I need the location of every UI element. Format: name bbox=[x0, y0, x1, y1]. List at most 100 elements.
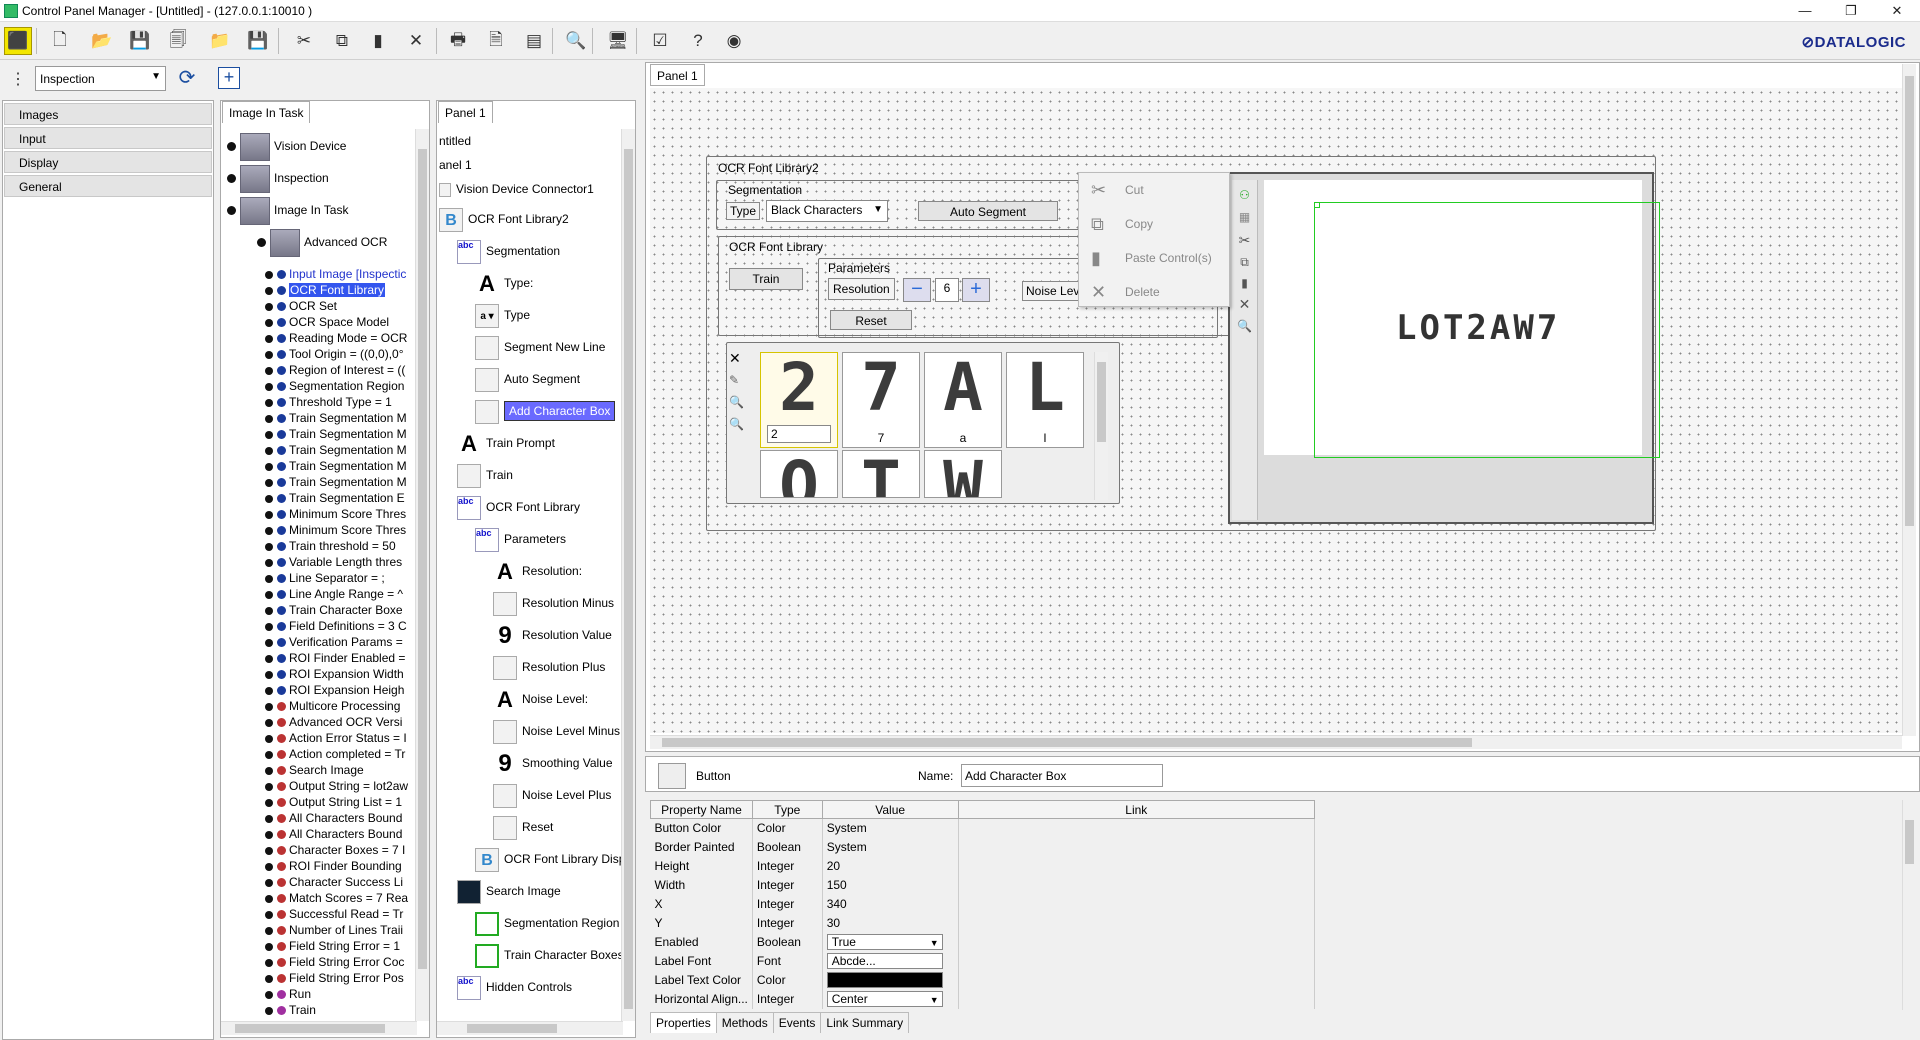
reset-button[interactable]: Reset bbox=[830, 310, 912, 330]
tree1-h-scrollbar[interactable] bbox=[221, 1021, 417, 1035]
expand-icon[interactable] bbox=[265, 590, 273, 599]
property-row[interactable]: Y Integer 30 bbox=[650, 913, 1316, 933]
open-file-icon[interactable]: 📂 bbox=[88, 27, 116, 55]
tree-item[interactable]: All Characters Bound bbox=[265, 826, 402, 842]
property-row[interactable]: Height Integer 20 bbox=[650, 856, 1316, 876]
tree-item[interactable]: Train bbox=[265, 1002, 316, 1018]
panel-tree-node[interactable]: Reset bbox=[493, 813, 553, 841]
nav-item-input[interactable]: Input bbox=[4, 127, 212, 149]
panel-tree-node[interactable]: B OCR Font Library Disp bbox=[475, 845, 625, 873]
expand-icon[interactable] bbox=[265, 574, 273, 583]
tree-node[interactable]: Image In Task bbox=[227, 195, 348, 225]
tree-item[interactable]: Train Character Boxe bbox=[265, 602, 403, 618]
panel-tree-node[interactable]: Auto Segment bbox=[475, 365, 580, 393]
panel-tree-node[interactable]: Noise Level Minus bbox=[493, 717, 620, 745]
font-glyph[interactable]: W bbox=[924, 450, 1002, 498]
resolution-plus-button[interactable]: + bbox=[962, 278, 990, 302]
add-icon[interactable]: + bbox=[218, 67, 240, 89]
expand-icon[interactable] bbox=[265, 478, 273, 487]
new-file-icon[interactable]: 🗋 bbox=[46, 27, 74, 55]
tab-properties[interactable]: Properties bbox=[650, 1012, 717, 1033]
tab-panel-1[interactable]: Panel 1 bbox=[650, 64, 705, 86]
tree-item[interactable]: Variable Length thres bbox=[265, 554, 402, 570]
expand-icon[interactable] bbox=[265, 670, 273, 679]
close-button[interactable]: ✕ bbox=[1874, 0, 1920, 22]
value-select[interactable]: Center ▼ bbox=[826, 991, 943, 1007]
tree-item[interactable]: Threshold Type = 1 bbox=[265, 394, 392, 410]
property-row[interactable]: X Integer 340 bbox=[650, 894, 1316, 914]
refresh-icon[interactable]: ⟳ bbox=[175, 65, 199, 89]
tree-item[interactable]: ROI Finder Bounding bbox=[265, 858, 402, 874]
property-link[interactable] bbox=[958, 913, 1316, 933]
auto-segment-button[interactable]: Auto Segment bbox=[918, 201, 1058, 221]
expand-icon[interactable] bbox=[265, 718, 273, 727]
tree-node[interactable]: Advanced OCR bbox=[257, 227, 387, 257]
font-glyph[interactable]: 77 bbox=[842, 352, 920, 448]
tree-item[interactable]: Field Definitions = 3 C bbox=[265, 618, 407, 634]
property-value[interactable]: 150 bbox=[822, 875, 959, 895]
column-header[interactable]: Type bbox=[751, 800, 823, 819]
tree-item[interactable]: ROI Expansion Heigh bbox=[265, 682, 404, 698]
canvas-h-scrollbar[interactable] bbox=[650, 735, 1902, 749]
expand-icon[interactable] bbox=[265, 526, 273, 535]
property-value[interactable]: System bbox=[822, 818, 959, 838]
open-panel-icon[interactable]: 📁 bbox=[206, 27, 234, 55]
expand-icon[interactable] bbox=[265, 654, 273, 663]
resolution-minus-button[interactable]: − bbox=[903, 278, 931, 302]
paste-icon[interactable]: ▮ bbox=[364, 27, 392, 55]
expand-icon[interactable] bbox=[265, 830, 273, 839]
expand-icon[interactable] bbox=[227, 142, 236, 152]
expand-icon[interactable] bbox=[265, 862, 273, 871]
expand-icon[interactable] bbox=[265, 750, 273, 759]
property-value[interactable] bbox=[822, 970, 959, 990]
tree-item[interactable]: Line Separator = ; bbox=[265, 570, 385, 586]
context-menu-cut[interactable]: ✂ Cut bbox=[1079, 173, 1229, 207]
panel-tree-node[interactable]: Vision Device Connector1 bbox=[439, 175, 594, 203]
font-glyph[interactable]: O bbox=[760, 450, 838, 498]
delete-icon[interactable]: ✕ bbox=[1232, 296, 1257, 313]
tree-item[interactable]: Character Boxes = 7 I bbox=[265, 842, 405, 858]
panel-tree-node[interactable]: Search Image bbox=[457, 877, 561, 905]
page-setup-icon[interactable]: ▤ bbox=[520, 27, 548, 55]
context-menu-delete[interactable]: ✕ Delete bbox=[1079, 275, 1229, 309]
print-icon[interactable]: 🖶 bbox=[444, 27, 472, 55]
property-row[interactable]: Border Painted Boolean System bbox=[650, 837, 1316, 857]
tree1-v-scrollbar[interactable] bbox=[415, 129, 429, 1021]
nav-item-general[interactable]: General bbox=[4, 175, 212, 197]
property-value[interactable]: 30 bbox=[822, 913, 959, 933]
property-link[interactable] bbox=[958, 818, 1316, 838]
checkbox-icon[interactable]: ☑ bbox=[646, 27, 674, 55]
train-icon[interactable]: ⚇ bbox=[1232, 188, 1257, 202]
tree-node[interactable]: Inspection bbox=[227, 163, 329, 193]
expand-icon[interactable] bbox=[265, 798, 273, 807]
tree-item[interactable]: Character Success Li bbox=[265, 874, 403, 890]
tree-item[interactable]: Input Image [Inspectic bbox=[265, 266, 406, 282]
color-swatch[interactable] bbox=[826, 972, 943, 988]
tree-item[interactable]: Segmentation Region bbox=[265, 378, 404, 394]
value-select[interactable]: True ▼ bbox=[826, 934, 943, 950]
panel-tree-node[interactable]: 9 Smoothing Value bbox=[493, 749, 613, 777]
expand-icon[interactable] bbox=[265, 446, 273, 455]
expand-icon[interactable] bbox=[227, 174, 236, 184]
expand-icon[interactable] bbox=[265, 286, 273, 295]
tree-item[interactable]: Train Segmentation M bbox=[265, 474, 407, 490]
property-row[interactable]: Label Font Font Abcde... bbox=[650, 951, 1316, 971]
panel-tree-node[interactable]: 9 Resolution Value bbox=[493, 621, 612, 649]
nav-item-images[interactable]: Images bbox=[4, 103, 212, 125]
nav-item-display[interactable]: Display bbox=[4, 151, 212, 173]
tree-item[interactable]: Number of Lines Traii bbox=[265, 922, 403, 938]
expand-icon[interactable] bbox=[265, 638, 273, 647]
expand-icon[interactable] bbox=[265, 350, 273, 359]
tree-item[interactable]: ROI Expansion Width bbox=[265, 666, 404, 682]
tree-item[interactable]: Tool Origin = ((0,0),0° bbox=[265, 346, 404, 362]
tree-item[interactable]: Run bbox=[265, 986, 311, 1002]
tree-item[interactable]: Field String Error Coc bbox=[265, 954, 404, 970]
expand-icon[interactable] bbox=[265, 510, 273, 519]
tree-item[interactable]: Field String Error = 1 bbox=[265, 938, 400, 954]
tree-item[interactable]: Minimum Score Thres bbox=[265, 522, 406, 538]
tree2-h-scrollbar[interactable] bbox=[437, 1021, 623, 1035]
property-value[interactable]: True ▼ bbox=[822, 932, 959, 952]
property-row[interactable]: Width Integer 150 bbox=[650, 875, 1316, 895]
expand-icon[interactable] bbox=[265, 334, 273, 343]
tree-item[interactable]: Field String Error Pos bbox=[265, 970, 404, 986]
